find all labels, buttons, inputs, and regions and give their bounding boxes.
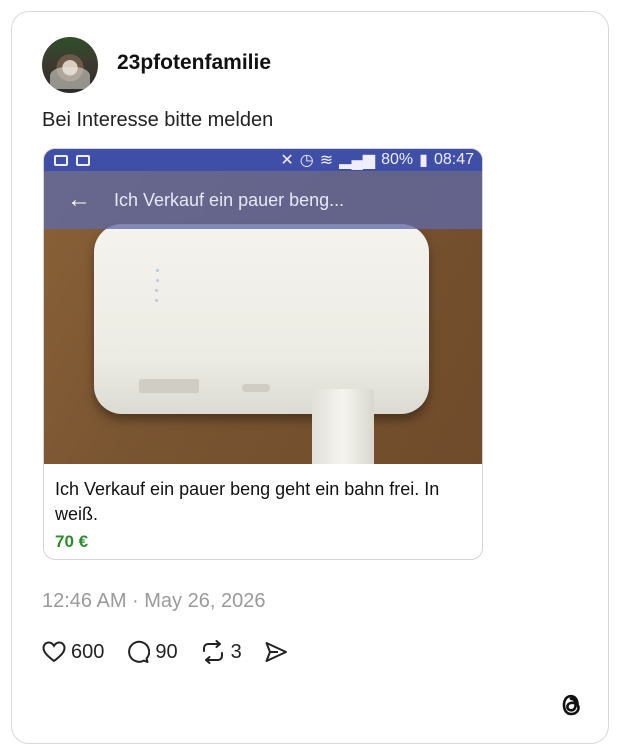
phone-status-bar: ✕ ◷ ≋ ▂▄▆ 80% ▮ 08:47 xyxy=(44,149,482,171)
listing-price: 70 € xyxy=(55,532,89,551)
mute-icon: ✕ xyxy=(280,152,294,169)
comment-icon xyxy=(128,640,151,663)
reply-button[interactable]: 90 xyxy=(126,640,178,664)
post-timestamp[interactable]: 12:46 AM · May 26, 2026 xyxy=(42,590,265,613)
powerbank-image xyxy=(94,224,429,414)
screenshot-icon xyxy=(76,154,90,166)
back-arrow-icon: ← xyxy=(67,186,91,213)
reply-count: 90 xyxy=(155,640,178,663)
battery-level: 80% xyxy=(381,151,414,168)
share-button[interactable] xyxy=(264,641,293,663)
wifi-icon: ≋ xyxy=(319,152,334,169)
heart-icon xyxy=(42,641,66,663)
battery-icon: ▮ xyxy=(419,152,428,169)
listing-embed[interactable]: ✕ ◷ ≋ ▂▄▆ 80% ▮ 08:47 ← Ich Verkauf ein … xyxy=(43,148,483,560)
listing-title: Ich Verkauf ein pauer beng geht ein bahn… xyxy=(55,479,440,524)
listing-screenshot: ✕ ◷ ≋ ▂▄▆ 80% ▮ 08:47 ← Ich Verkauf ein … xyxy=(44,149,482,464)
repost-icon xyxy=(202,640,223,664)
cable-image xyxy=(312,389,374,464)
repost-button[interactable]: 3 xyxy=(200,640,242,664)
post-card: 23pfotenfamilie Bei Interesse bitte meld… xyxy=(11,11,609,744)
app-bar-title: Ich Verkauf ein pauer beng... xyxy=(114,189,345,210)
status-time: 08:47 xyxy=(433,151,474,168)
repost-count: 3 xyxy=(230,640,242,663)
avatar[interactable] xyxy=(42,37,98,93)
like-button[interactable]: 600 xyxy=(42,641,104,664)
signal-icon: ▂▄▆ xyxy=(339,152,376,169)
phone-app-bar: ← Ich Verkauf ein pauer beng... xyxy=(44,171,482,229)
username[interactable]: 23pfotenfamilie xyxy=(117,51,271,75)
action-bar: 600 90 3 xyxy=(42,640,315,664)
post-text: Bei Interesse bitte melden xyxy=(42,109,274,131)
message-icon xyxy=(54,154,68,166)
send-icon xyxy=(265,642,287,662)
alarm-icon: ◷ xyxy=(299,152,314,169)
threads-logo-icon[interactable] xyxy=(557,690,585,720)
like-count: 600 xyxy=(71,640,105,663)
